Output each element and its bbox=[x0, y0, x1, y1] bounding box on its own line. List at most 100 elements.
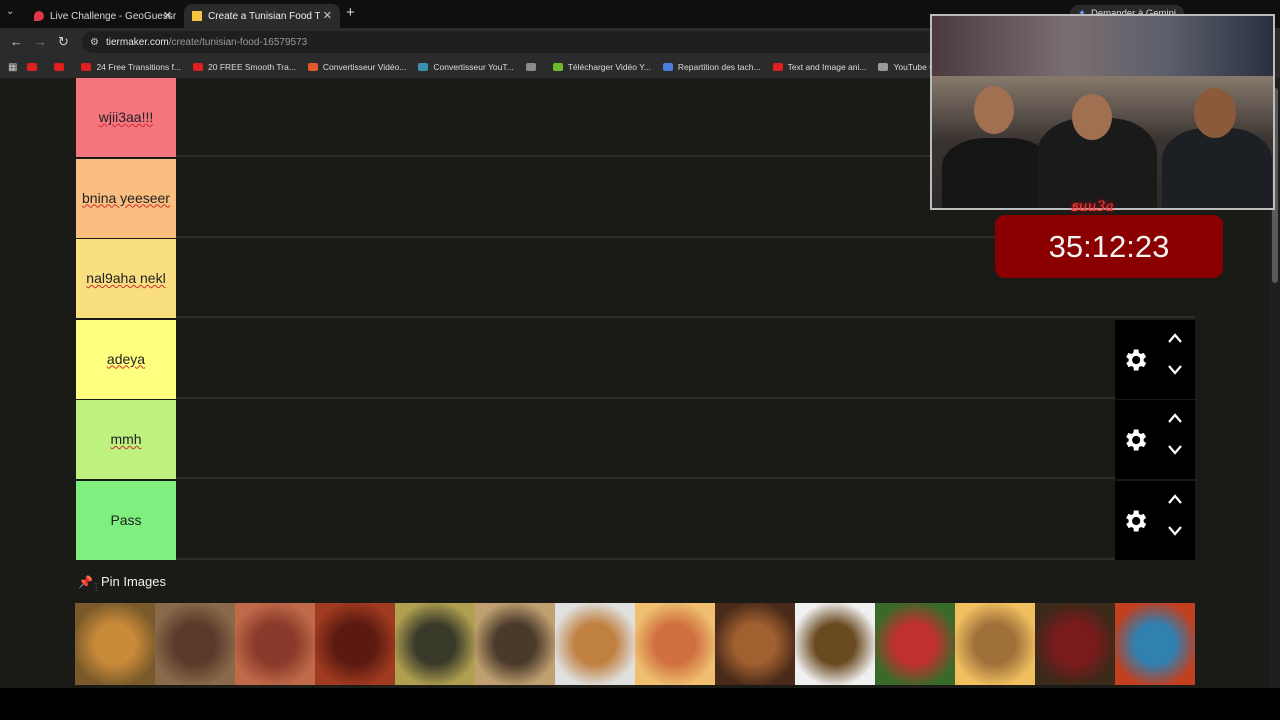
tier-label-text: wjii3aa!!! bbox=[98, 109, 154, 125]
new-tab-button[interactable]: + bbox=[346, 4, 355, 21]
bookmark-favicon-icon bbox=[81, 63, 92, 71]
tier-label-text: bnina yeeseer bbox=[82, 189, 170, 206]
tab-title: Live Challenge - GeoGuessr bbox=[50, 10, 177, 22]
tab-search-icon[interactable]: ⌄ bbox=[6, 6, 14, 17]
streamer-right bbox=[1162, 128, 1272, 208]
tier-label-text: Pass bbox=[110, 511, 142, 528]
bookmark-label: 24 Free Transitions f... bbox=[96, 62, 182, 72]
stream-timer: 35:12:23 bbox=[995, 215, 1223, 278]
bookmark-favicon-icon bbox=[772, 63, 783, 71]
food-image-soup[interactable] bbox=[555, 603, 635, 685]
url-host: tiermaker.com bbox=[105, 36, 169, 48]
tab-geoguessr[interactable]: Live Challenge - GeoGuessr ✕ bbox=[26, 4, 180, 28]
bookmark-favicon-icon bbox=[307, 63, 318, 71]
bookmark-label: Repartition des tach... bbox=[677, 62, 761, 72]
food-image-couscous[interactable] bbox=[75, 603, 155, 685]
tier-controls bbox=[1115, 319, 1195, 399]
reload-icon[interactable]: ↻ bbox=[58, 34, 69, 50]
food-image-spaghetti[interactable] bbox=[1115, 603, 1195, 685]
food-image-meat-potato[interactable] bbox=[715, 603, 795, 685]
tier-label[interactable]: wjii3aa!!! bbox=[76, 78, 176, 157]
tier-row[interactable]: mmh bbox=[76, 400, 1195, 479]
streamer-right-head bbox=[1194, 88, 1236, 138]
image-pool bbox=[75, 603, 1195, 685]
tab-title: Create a Tunisian Food Tier List bbox=[208, 10, 320, 22]
bookmark-item[interactable]: 20 FREE Smooth Tra... bbox=[193, 62, 296, 72]
food-image-grilled-meat[interactable] bbox=[155, 603, 235, 685]
webcam-overlay bbox=[930, 14, 1275, 210]
bookmark-label: Convertisseur Vidéo... bbox=[322, 62, 407, 72]
food-image-pan-dish[interactable] bbox=[395, 603, 475, 685]
bookmark-item[interactable] bbox=[525, 62, 541, 72]
bookmark-item[interactable]: Repartition des tach... bbox=[662, 62, 761, 72]
close-icon[interactable]: ✕ bbox=[323, 9, 332, 22]
food-image-sandwich[interactable] bbox=[955, 603, 1035, 685]
chevron-down-icon[interactable] bbox=[1167, 525, 1183, 537]
bookmark-favicon-icon bbox=[27, 63, 38, 71]
apps-grid-icon[interactable]: ▦ bbox=[8, 62, 17, 73]
back-icon[interactable]: ← bbox=[10, 34, 23, 49]
tier-row[interactable]: adeya bbox=[76, 319, 1195, 399]
pin-images-heading: 📌 Pin Images bbox=[78, 574, 166, 589]
chevron-down-icon[interactable] bbox=[1167, 364, 1183, 376]
tier-label[interactable]: adeya bbox=[76, 319, 176, 399]
food-image-bread[interactable] bbox=[475, 603, 555, 685]
close-icon[interactable]: ✕ bbox=[163, 9, 172, 22]
bookmark-list: 24 Free Transitions f... 20 FREE Smooth T… bbox=[27, 62, 985, 72]
tier-label[interactable]: bnina yeeseer bbox=[76, 158, 176, 238]
text-cursor-icon: I bbox=[93, 581, 100, 594]
pushpin-icon: 📌 bbox=[78, 574, 93, 589]
gear-icon[interactable] bbox=[1121, 507, 1149, 535]
tier-label-text: adeya bbox=[106, 350, 146, 367]
pin-images-title: Pin Images bbox=[100, 574, 166, 589]
tiermaker-icon bbox=[192, 11, 202, 21]
bookmark-item[interactable] bbox=[27, 62, 42, 72]
food-image-ojja[interactable] bbox=[315, 603, 395, 685]
tier-label-text: nal9aha nekl bbox=[86, 270, 166, 286]
gear-icon[interactable] bbox=[1121, 426, 1149, 454]
food-image-lablabi[interactable] bbox=[1035, 603, 1115, 685]
tier-label-text: mmh bbox=[110, 431, 142, 447]
bookmark-favicon-icon bbox=[552, 63, 563, 71]
bookmark-favicon-icon bbox=[418, 63, 429, 71]
bookmark-favicon-icon bbox=[54, 63, 65, 71]
tier-label[interactable]: mmh bbox=[76, 400, 176, 479]
bookmark-label: Text and Image ani... bbox=[787, 62, 867, 72]
tier-controls bbox=[1115, 480, 1195, 560]
bookmark-item[interactable]: Convertisseur Vidéo... bbox=[307, 62, 407, 72]
bookmark-favicon-icon bbox=[193, 63, 204, 71]
food-image-stew[interactable] bbox=[235, 603, 315, 685]
bookmark-item[interactable]: 24 Free Transitions f... bbox=[81, 62, 181, 72]
bookmark-item[interactable]: Text and Image ani... bbox=[772, 62, 867, 72]
streamer-left-head bbox=[974, 86, 1014, 134]
food-image-salad[interactable] bbox=[875, 603, 955, 685]
forward-icon[interactable]: → bbox=[34, 34, 47, 49]
bookmark-item[interactable] bbox=[54, 62, 69, 72]
bookmark-label: 20 FREE Smooth Tra... bbox=[208, 62, 296, 72]
bookmark-label: Convertisseur YouT... bbox=[433, 62, 514, 72]
tier-label[interactable]: Pass bbox=[76, 480, 176, 560]
chevron-up-icon[interactable] bbox=[1167, 412, 1183, 424]
food-image-pizza[interactable] bbox=[635, 603, 715, 685]
bookmark-favicon-icon bbox=[662, 63, 673, 71]
bookmark-favicon-icon bbox=[525, 63, 536, 71]
chevron-up-icon[interactable] bbox=[1167, 493, 1183, 505]
bookmark-item[interactable]: Convertisseur YouT... bbox=[418, 62, 514, 72]
tier-label[interactable]: nal9aha nekl bbox=[76, 239, 176, 318]
tab-tiermaker[interactable]: Create a Tunisian Food Tier List ✕ bbox=[184, 4, 340, 28]
streamer-center-head bbox=[1072, 94, 1112, 140]
tier-row[interactable]: Pass bbox=[76, 480, 1195, 560]
site-info-icon[interactable]: ⚙ bbox=[90, 37, 99, 48]
url-path: /create/tunisian-food-16579573 bbox=[168, 36, 308, 48]
map-pin-icon bbox=[34, 11, 44, 21]
food-image-pasta-plate[interactable] bbox=[795, 603, 875, 685]
chevron-up-icon[interactable] bbox=[1167, 332, 1183, 344]
streamer-left bbox=[942, 138, 1052, 208]
chevron-down-icon[interactable] bbox=[1167, 444, 1183, 456]
bookmark-item[interactable]: Télécharger Vidéo Y... bbox=[552, 62, 651, 72]
gear-icon[interactable] bbox=[1121, 346, 1149, 374]
webcam-background bbox=[932, 16, 1273, 76]
bookmark-favicon-icon bbox=[878, 63, 889, 71]
tier-controls bbox=[1115, 400, 1195, 479]
bookmark-label: Télécharger Vidéo Y... bbox=[567, 62, 651, 72]
